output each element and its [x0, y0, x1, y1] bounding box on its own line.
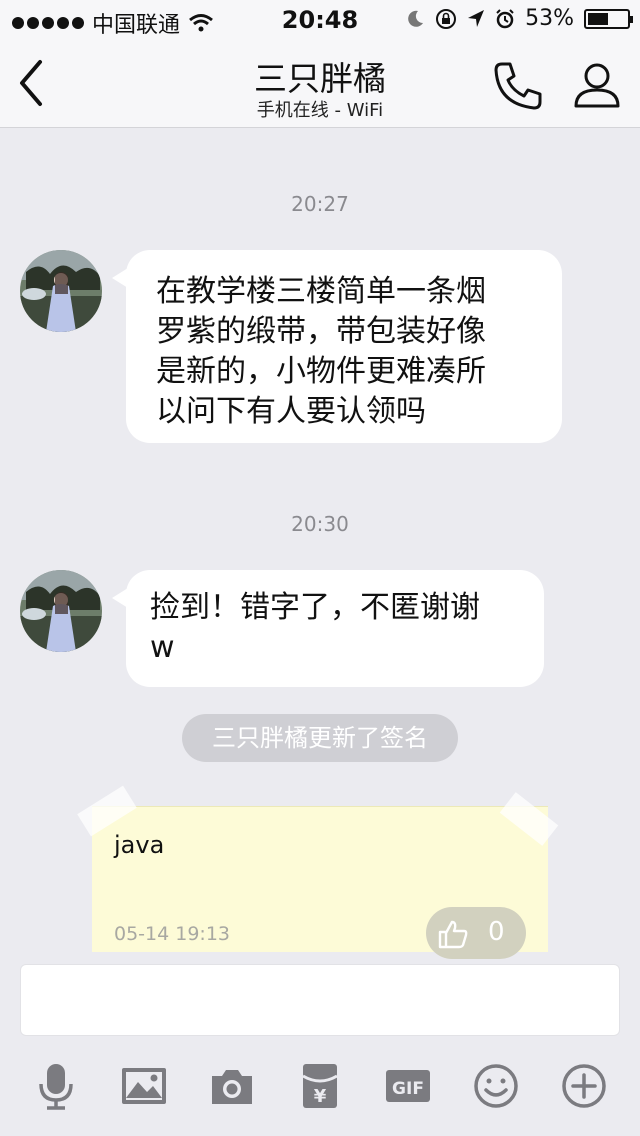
message-line: 在教学楼三楼简单一条烟: [156, 274, 486, 309]
avatar[interactable]: [20, 250, 102, 332]
online-status: 手机在线 - WiFi: [256, 100, 384, 121]
camera-icon[interactable]: [208, 1062, 256, 1110]
alarm-icon: [496, 8, 514, 28]
svg-text:GIF: GIF: [392, 1079, 424, 1099]
message-line: 捡到！错字了，不匿谢谢: [150, 590, 480, 625]
message-timestamp: 20:27: [291, 192, 349, 216]
gif-icon[interactable]: GIF: [384, 1062, 432, 1110]
signature-card[interactable]: java 05-14 19:13 0: [92, 806, 548, 959]
thumbs-up-icon: [438, 920, 468, 949]
avatar-image: [20, 250, 102, 332]
signature-date: 05-14 19:13: [114, 923, 231, 945]
message-bubble[interactable]: 捡到！错字了，不匿谢谢 w: [112, 570, 544, 687]
phone-call-icon[interactable]: [492, 60, 544, 112]
image-icon[interactable]: [120, 1062, 168, 1110]
message-line: w: [150, 630, 175, 665]
chat-title: 三只胖橘: [254, 59, 386, 98]
plus-icon[interactable]: [560, 1062, 608, 1110]
avatar[interactable]: [20, 570, 102, 652]
moon-icon: [408, 10, 424, 27]
avatar-image: [20, 570, 102, 652]
mic-icon[interactable]: [32, 1062, 80, 1110]
signature-text: java: [114, 831, 165, 859]
status-bar: 中国联通 20:48 53%: [0, 0, 640, 40]
battery-icon: [584, 8, 633, 29]
system-notice: 三只胖橘更新了签名: [182, 714, 458, 762]
message-line: 以问下有人要认领吗: [156, 394, 426, 429]
like-count: 0: [488, 917, 505, 947]
message-line: 罗紫的缎带，带包装好像: [156, 314, 486, 349]
message-line: 是新的，小物件更难凑所: [156, 354, 486, 389]
message-bubble[interactable]: 在教学楼三楼简单一条烟 罗紫的缎带，带包装好像 是新的，小物件更难凑所 以问下有…: [112, 250, 562, 443]
battery-percent: 53%: [525, 6, 574, 31]
input-toolbar: ¥ GIF: [0, 1050, 640, 1136]
rotation-lock-icon: [436, 8, 457, 29]
svg-text:¥: ¥: [314, 1086, 327, 1107]
location-icon: [468, 9, 485, 27]
message-timestamp: 20:30: [291, 512, 349, 536]
status-right: 53%: [405, 6, 633, 31]
emoji-icon[interactable]: [472, 1062, 520, 1110]
like-button[interactable]: 0: [426, 907, 526, 959]
chat-header: 三只胖橘 手机在线 - WiFi: [0, 40, 640, 128]
profile-icon[interactable]: [572, 60, 622, 110]
message-input[interactable]: [20, 964, 620, 1036]
red-packet-icon[interactable]: ¥: [296, 1062, 344, 1110]
